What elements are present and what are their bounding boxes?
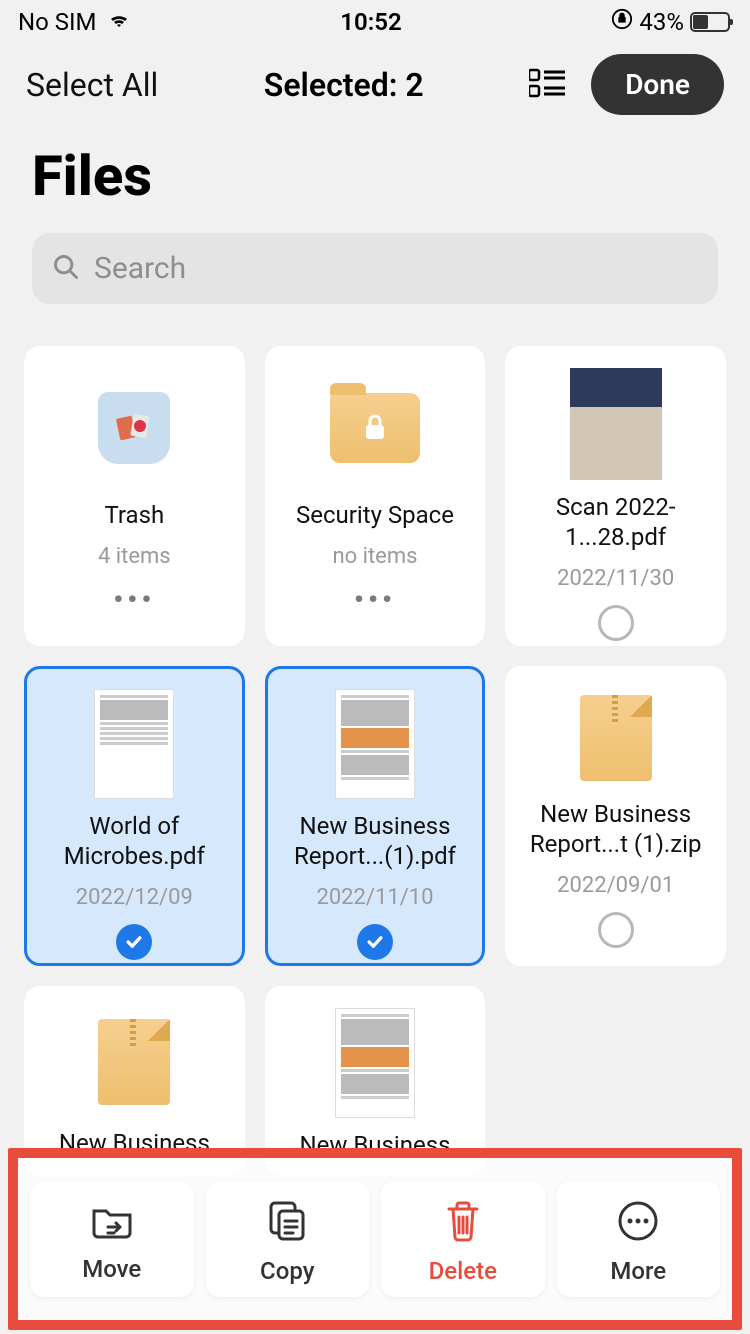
file-subtitle: 2022/12/09: [76, 885, 193, 910]
file-title: New Business Report...(1).pdf: [278, 811, 473, 871]
search-icon: [52, 253, 80, 285]
carrier-text: No SIM: [18, 8, 97, 36]
search-input[interactable]: Search: [32, 233, 718, 304]
page-title: Files: [0, 125, 750, 233]
battery-icon: [690, 12, 730, 32]
file-item-business-report-zip[interactable]: New Business Report...t (1).zip 2022/09/…: [505, 666, 726, 966]
more-dots-icon[interactable]: •••: [113, 583, 155, 616]
file-grid: Trash 4 items ••• Security Space no item…: [0, 304, 750, 1176]
list-view-toggle[interactable]: [529, 68, 567, 102]
file-title: New Business Report...t (1).zip: [517, 799, 714, 859]
battery-text: 43%: [639, 8, 684, 36]
file-title: World of Microbes.pdf: [37, 811, 232, 871]
photo-thumb-icon: [570, 368, 662, 480]
file-title: Security Space: [296, 500, 454, 530]
file-item-trash[interactable]: Trash 4 items •••: [24, 346, 245, 646]
orientation-lock-icon: [611, 8, 633, 36]
status-bar: No SIM 10:52 43%: [0, 0, 750, 44]
pdf-thumb-icon: [335, 689, 415, 799]
checkbox-checked-icon[interactable]: [357, 924, 393, 960]
file-item-security-space[interactable]: Security Space no items •••: [265, 346, 486, 646]
selection-count: Selected: 2: [264, 66, 424, 104]
delete-button[interactable]: Delete: [381, 1181, 545, 1297]
folder-lock-icon: [330, 393, 420, 463]
file-subtitle: 2022/09/01: [557, 873, 674, 898]
file-item-scan-pdf[interactable]: Scan 2022-1...28.pdf 2022/11/30: [505, 346, 726, 646]
zip-file-icon: [98, 1019, 170, 1105]
file-subtitle: 4 items: [98, 544, 171, 569]
action-label: Copy: [260, 1257, 314, 1285]
pdf-thumb-icon: [335, 1008, 415, 1118]
action-bar: Move Copy Delete More: [30, 1181, 720, 1297]
file-item-microbes-pdf[interactable]: World of Microbes.pdf 2022/12/09: [24, 666, 245, 966]
selection-toolbar: Select All Selected: 2 Done: [0, 44, 750, 125]
trash-icon: [443, 1199, 483, 1247]
done-button[interactable]: Done: [591, 54, 724, 115]
select-all-button[interactable]: Select All: [26, 66, 158, 104]
more-icon: [616, 1199, 660, 1247]
zip-file-icon: [580, 695, 652, 781]
file-subtitle: 2022/11/30: [557, 566, 674, 591]
file-title: Scan 2022-1...28.pdf: [517, 492, 714, 552]
checkbox-checked-icon[interactable]: [116, 924, 152, 960]
action-label: Move: [82, 1255, 141, 1283]
checkbox-empty-icon[interactable]: [598, 605, 634, 641]
move-folder-icon: [90, 1201, 134, 1245]
copy-button[interactable]: Copy: [206, 1181, 370, 1297]
copy-icon: [265, 1199, 309, 1247]
search-placeholder: Search: [94, 251, 186, 286]
action-label: Delete: [429, 1257, 497, 1285]
file-item-business-report-pdf[interactable]: New Business Report...(1).pdf 2022/11/10: [265, 666, 486, 966]
action-label: More: [610, 1257, 666, 1285]
file-subtitle: 2022/11/10: [316, 885, 433, 910]
more-dots-icon[interactable]: •••: [354, 583, 396, 616]
move-button[interactable]: Move: [30, 1181, 194, 1297]
wifi-icon: [107, 9, 131, 35]
action-bar-highlight: Move Copy Delete More: [8, 1148, 742, 1330]
trash-icon: [98, 392, 170, 464]
checkbox-empty-icon[interactable]: [598, 912, 634, 948]
more-button[interactable]: More: [557, 1181, 721, 1297]
clock: 10:52: [340, 8, 401, 36]
pdf-thumb-icon: [94, 689, 174, 799]
file-subtitle: no items: [332, 544, 417, 569]
file-title: Trash: [104, 500, 164, 530]
